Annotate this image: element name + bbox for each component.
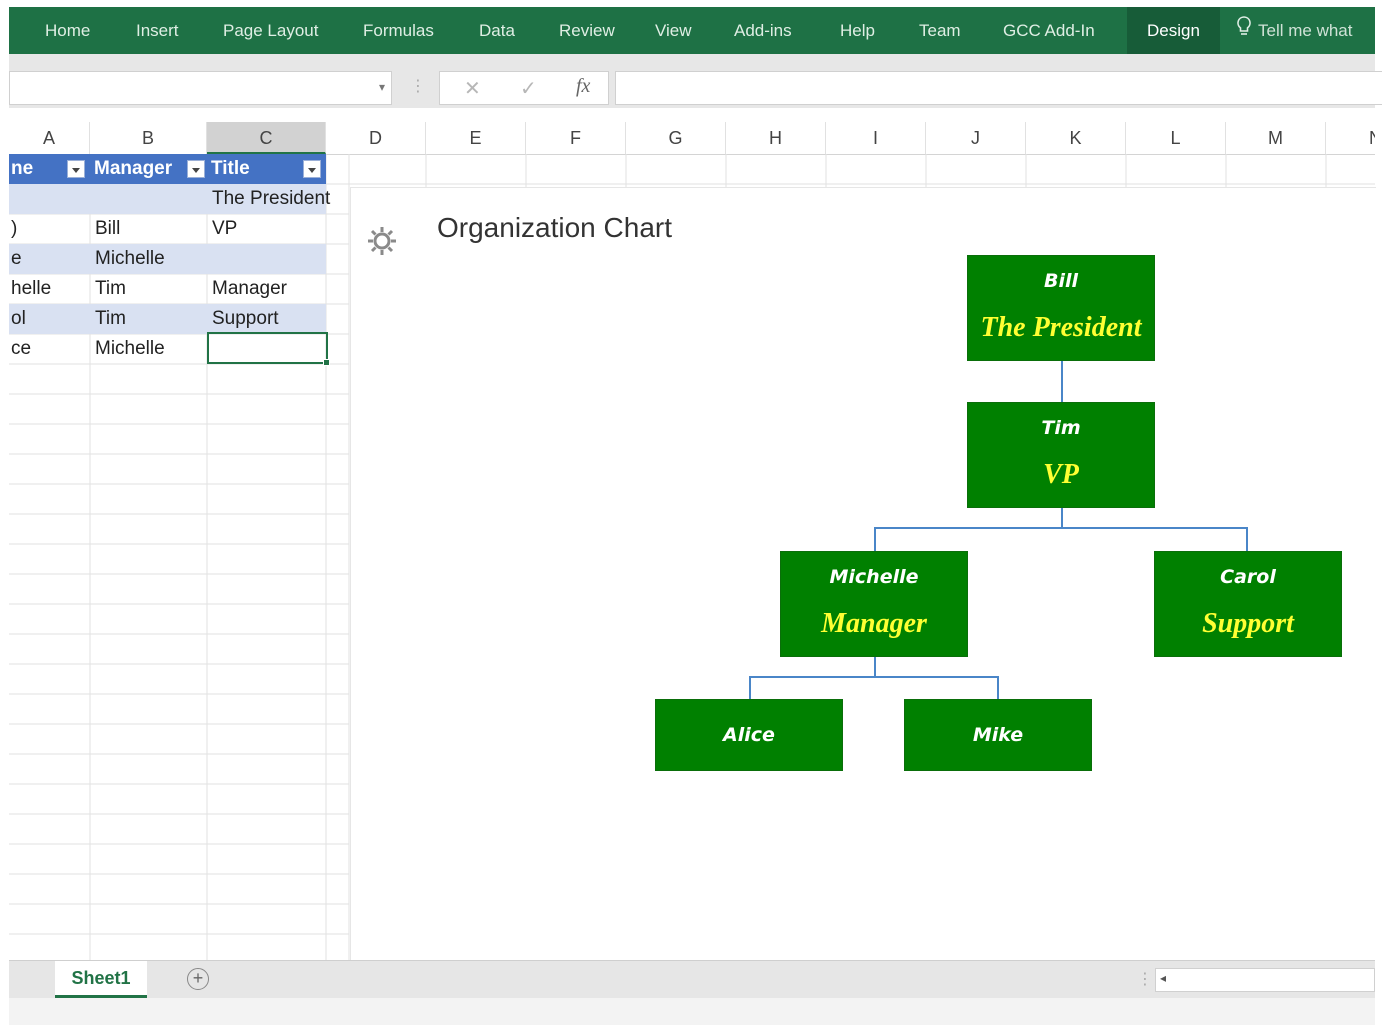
table-cell[interactable]: Tim xyxy=(95,304,205,334)
scroll-divider: ⋮ xyxy=(1137,971,1153,988)
confirm-icon[interactable]: ✓ xyxy=(520,76,537,101)
tab-design[interactable]: Design xyxy=(1127,7,1220,54)
table-cell[interactable]: Michelle xyxy=(95,244,205,274)
table-cell[interactable]: ol xyxy=(11,304,89,334)
column-header-m[interactable]: M xyxy=(1226,122,1326,154)
node-name: Michelle xyxy=(829,566,919,588)
column-header-b[interactable]: B xyxy=(90,122,207,154)
table-cell[interactable]: ce xyxy=(11,334,89,364)
tab-view[interactable]: View xyxy=(655,7,692,54)
table-cell[interactable]: The President xyxy=(212,184,352,214)
table-cell[interactable]: ) xyxy=(11,214,89,244)
connector-michelle-mike xyxy=(875,676,999,700)
node-name: Tim xyxy=(1041,417,1081,439)
table-cell[interactable]: helle xyxy=(11,274,89,304)
column-headers: A B C D E F G H I J K L M N xyxy=(9,122,1375,155)
chevron-down-icon[interactable]: ▾ xyxy=(379,80,385,94)
table-cell[interactable]: VP xyxy=(212,214,324,244)
column-header-l[interactable]: L xyxy=(1126,122,1226,154)
table-cell[interactable]: Support xyxy=(212,304,324,334)
tab-data[interactable]: Data xyxy=(479,7,515,54)
column-header-k[interactable]: K xyxy=(1026,122,1126,154)
table-header-title-label: Title xyxy=(211,158,250,179)
node-title: The President xyxy=(980,312,1142,343)
scroll-left-icon[interactable]: ◂ xyxy=(1160,971,1166,985)
tab-help[interactable]: Help xyxy=(840,7,875,54)
tab-formulas[interactable]: Formulas xyxy=(363,7,434,54)
tab-insert[interactable]: Insert xyxy=(136,7,179,54)
node-name: Alice xyxy=(723,724,775,746)
node-title: VP xyxy=(1043,459,1079,490)
table-header-title[interactable]: Title xyxy=(207,154,326,184)
tell-me-label: Tell me what xyxy=(1258,21,1353,40)
tab-review[interactable]: Review xyxy=(559,7,615,54)
table-cell[interactable]: Tim xyxy=(95,274,205,304)
node-title: Manager xyxy=(821,608,927,639)
connector-michelle-children xyxy=(749,656,876,700)
sheet-tab-bar: Sheet1 + ⋮ ◂ xyxy=(9,960,1375,999)
filter-dropdown-icon[interactable] xyxy=(67,160,85,178)
filter-dropdown-icon[interactable] xyxy=(303,160,321,178)
column-header-c[interactable]: C xyxy=(207,122,326,154)
column-header-a[interactable]: A xyxy=(9,122,90,154)
tab-page-layout[interactable]: Page Layout xyxy=(223,7,318,54)
table-header-name[interactable]: ne xyxy=(9,154,90,184)
formula-bar: ▾ ⋮ ✕ ✓ fx xyxy=(9,68,1382,108)
column-header-n[interactable]: N xyxy=(1326,122,1375,154)
active-cell-selection[interactable] xyxy=(207,332,330,366)
org-chart-panel: Organization Chart Bill The President Ti… xyxy=(350,187,1376,961)
table-header-name-label: ne xyxy=(11,158,34,179)
tab-add-ins[interactable]: Add-ins xyxy=(734,7,792,54)
table-header-manager[interactable]: Manager xyxy=(90,154,207,184)
horizontal-scrollbar[interactable]: ◂ xyxy=(1155,968,1375,992)
column-header-i[interactable]: I xyxy=(826,122,926,154)
connector-tim-children xyxy=(874,508,1063,552)
column-header-j[interactable]: J xyxy=(926,122,1026,154)
add-sheet-icon[interactable]: + xyxy=(187,968,209,990)
status-bar xyxy=(9,998,1375,1025)
tab-home[interactable]: Home xyxy=(45,7,90,54)
insert-function-button[interactable]: fx xyxy=(576,75,590,98)
sheet-tab-sheet1[interactable]: Sheet1 xyxy=(55,961,147,998)
column-header-e[interactable]: E xyxy=(426,122,526,154)
org-node-michelle[interactable]: Michelle Manager xyxy=(780,551,968,657)
column-header-g[interactable]: G xyxy=(626,122,726,154)
table-header-manager-label: Manager xyxy=(94,158,173,179)
ribbon-tabs: Home Insert Page Layout Formulas Data Re… xyxy=(9,7,1375,54)
table-cell[interactable]: Bill xyxy=(95,214,205,244)
node-name: Carol xyxy=(1220,566,1276,588)
org-node-tim[interactable]: Tim VP xyxy=(967,402,1155,508)
tab-gcc-add-in[interactable]: GCC Add-In xyxy=(1003,7,1095,54)
ribbon-collapsed-strip xyxy=(9,54,1375,68)
org-node-mike[interactable]: Mike xyxy=(904,699,1092,771)
filter-dropdown-icon[interactable] xyxy=(187,160,205,178)
connector-tim-carol xyxy=(1062,527,1248,552)
table-cell[interactable]: Michelle xyxy=(95,334,205,364)
table-cell[interactable]: e xyxy=(11,244,89,274)
org-node-bill[interactable]: Bill The President xyxy=(967,255,1155,361)
name-box[interactable]: ▾ xyxy=(9,71,392,105)
column-header-h[interactable]: H xyxy=(726,122,826,154)
tab-team[interactable]: Team xyxy=(919,7,961,54)
node-name: Bill xyxy=(1043,270,1079,292)
formula-buttons: ✕ ✓ fx xyxy=(439,71,609,105)
column-header-f[interactable]: F xyxy=(526,122,626,154)
org-node-carol[interactable]: Carol Support xyxy=(1154,551,1342,657)
formula-bar-grip: ⋮ xyxy=(410,78,426,95)
formula-input[interactable] xyxy=(615,71,1382,105)
org-node-alice[interactable]: Alice xyxy=(655,699,843,771)
lightbulb-icon xyxy=(1236,8,1252,55)
cancel-icon[interactable]: ✕ xyxy=(464,76,481,101)
column-header-d[interactable]: D xyxy=(326,122,426,154)
node-title: Support xyxy=(1202,608,1294,639)
tell-me-search[interactable]: Tell me what xyxy=(1236,7,1352,54)
node-name: Mike xyxy=(972,724,1024,746)
table-cell[interactable]: Manager xyxy=(212,274,324,304)
